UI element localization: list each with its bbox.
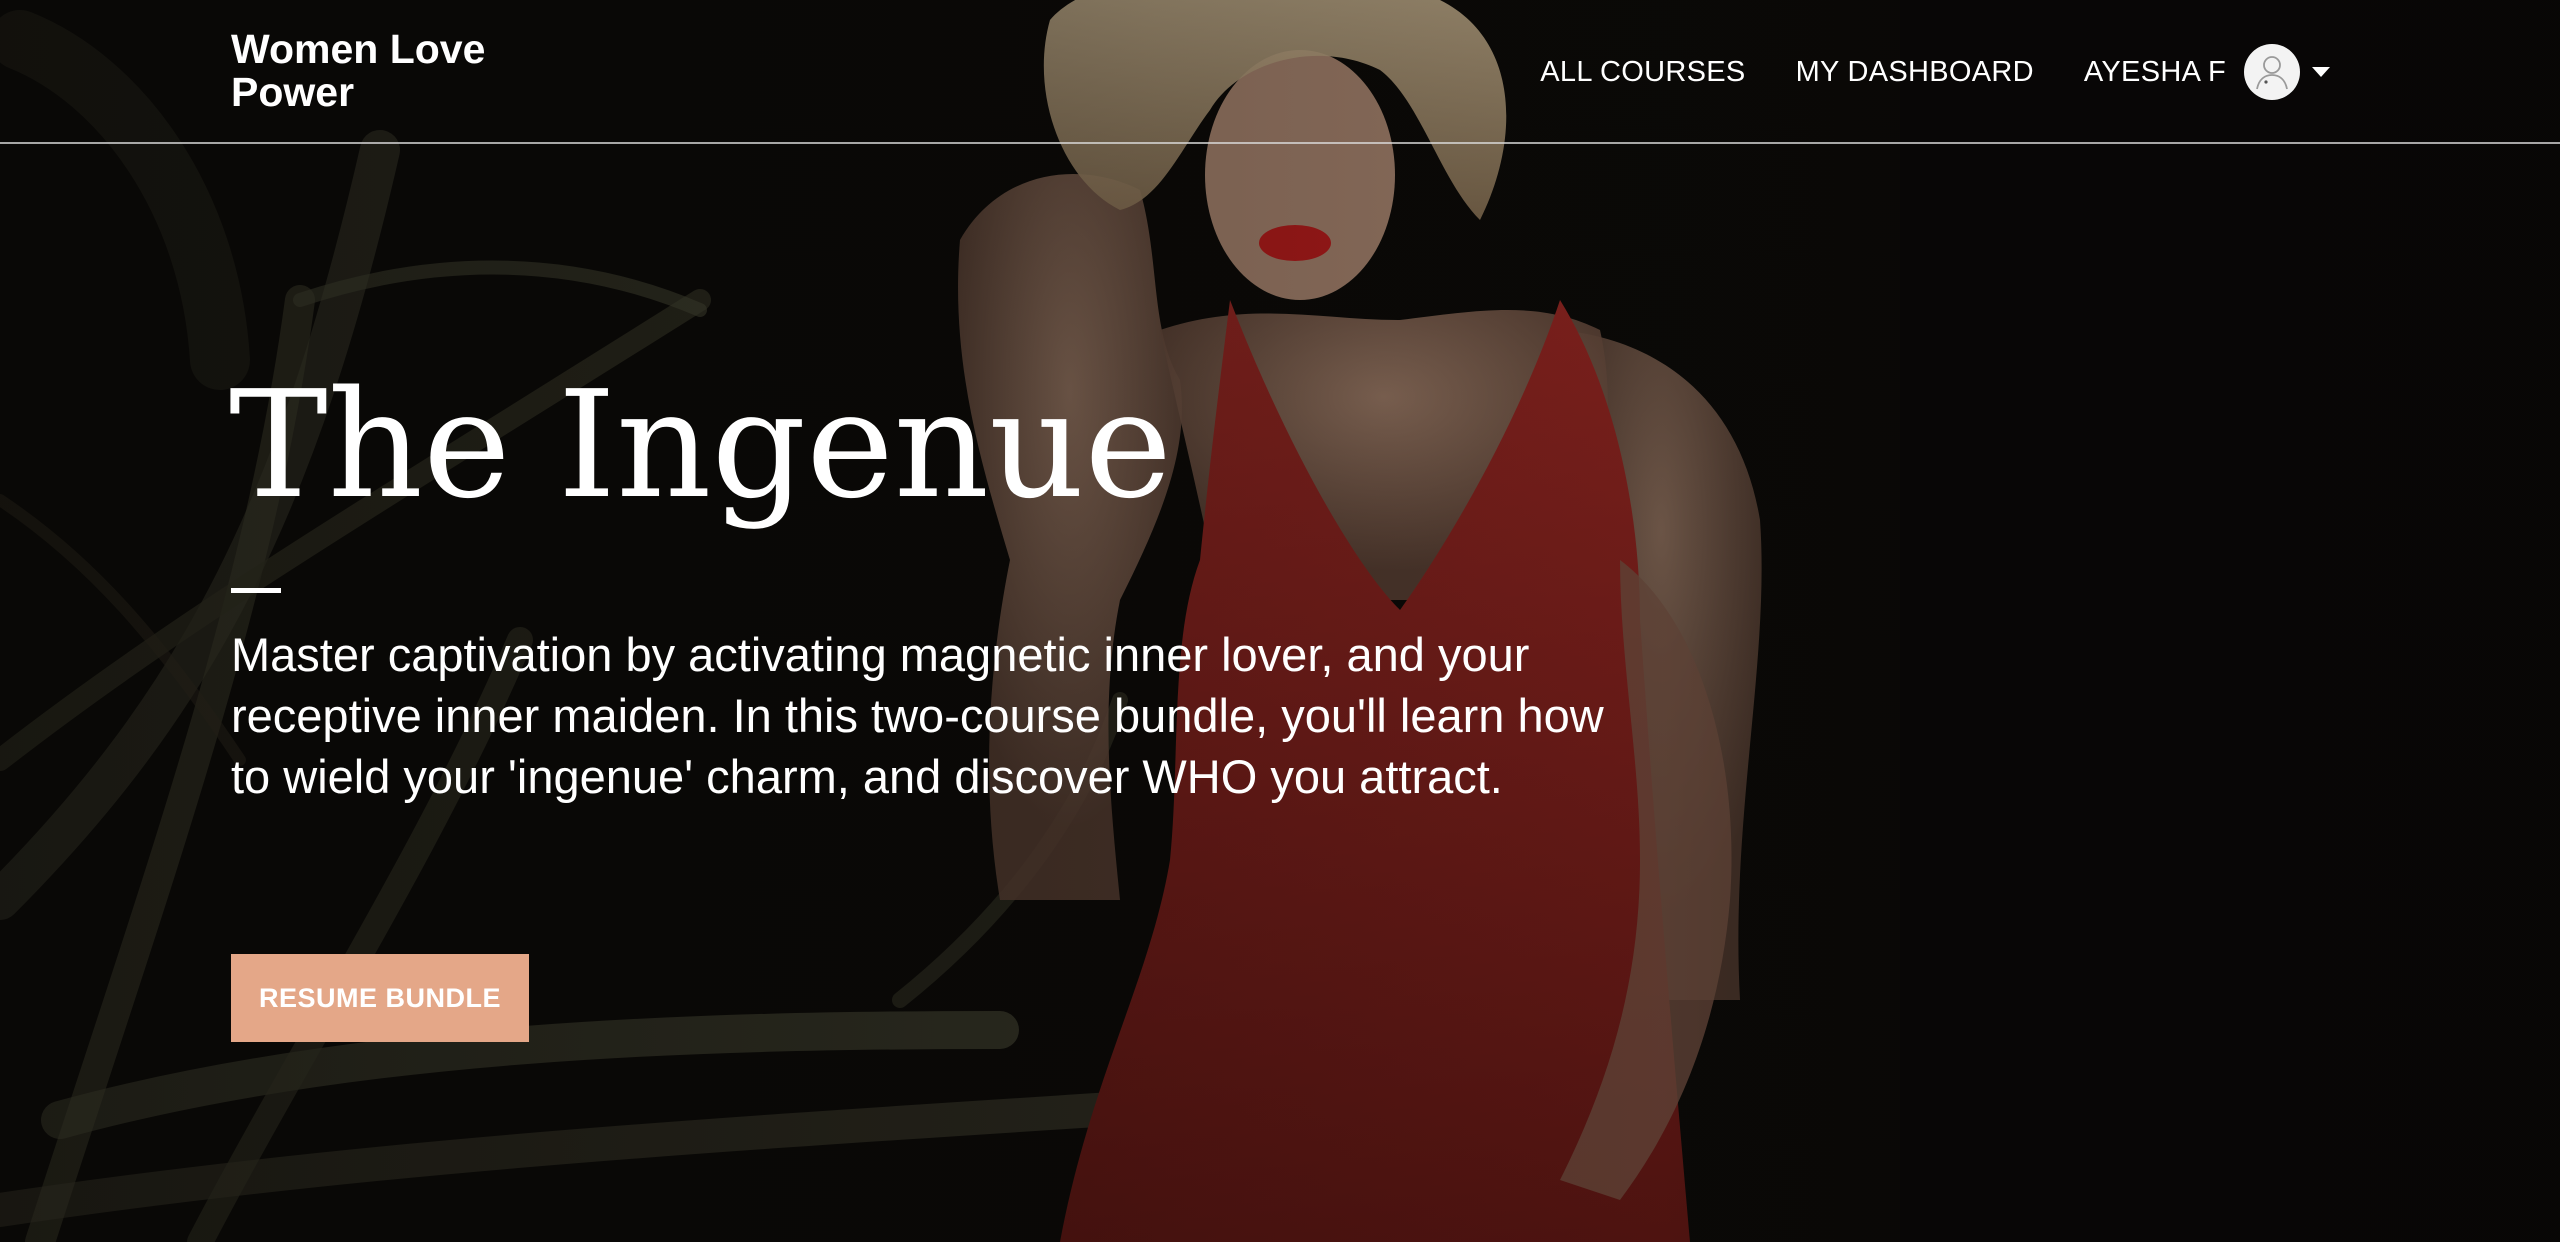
course-description: Master captivation by activating magneti… <box>231 628 1604 803</box>
user-silhouette-icon <box>2256 56 2288 90</box>
logo-line-1: Women Love <box>231 26 486 72</box>
user-name: AYESHA F <box>2083 55 2226 88</box>
user-menu[interactable]: AYESHA F <box>2084 44 2330 100</box>
caret-down-icon[interactable] <box>2312 67 2330 77</box>
nav-all-courses[interactable]: ALL COURSES <box>1540 56 1745 89</box>
hero-dark-overlay <box>0 0 2560 1242</box>
main-nav: ALL COURSES MY DASHBOARD AYESHA F <box>1490 44 2330 100</box>
site-header: Women Love Power ALL COURSES MY DASHBOAR… <box>0 0 2560 144</box>
nav-my-dashboard[interactable]: MY DASHBOARD <box>1796 56 2034 89</box>
logo-line-2: Power <box>231 69 355 115</box>
course-title: The Ingenue <box>229 359 1172 531</box>
site-logo[interactable]: Women Love Power <box>231 28 531 114</box>
course-hero: Women Love Power ALL COURSES MY DASHBOAR… <box>0 0 2560 1242</box>
resume-bundle-button[interactable]: RESUME BUNDLE <box>231 954 529 1042</box>
user-avatar-icon[interactable] <box>2244 44 2300 100</box>
title-divider <box>231 588 281 593</box>
